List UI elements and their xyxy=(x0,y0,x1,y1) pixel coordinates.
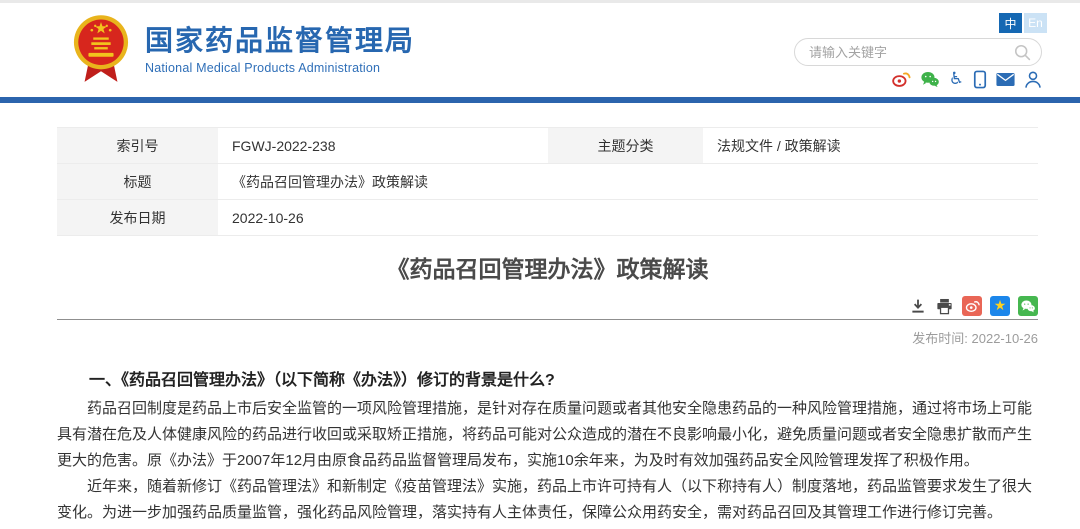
lang-en-button[interactable]: En xyxy=(1024,13,1047,33)
mail-icon[interactable] xyxy=(996,72,1015,87)
national-emblem-logo xyxy=(72,14,130,86)
header-quick-links: ♿ xyxy=(891,69,1042,89)
search-icon[interactable] xyxy=(1013,43,1032,62)
article-title: 《药品召回管理办法》政策解读 xyxy=(57,254,1038,284)
meta-value-index-number: FGWJ-2022-238 xyxy=(218,128,548,163)
share-wechat-icon[interactable] xyxy=(1018,296,1038,316)
title-divider xyxy=(57,319,1038,320)
site-name: 国家药品监督管理局 xyxy=(145,25,415,57)
meta-value-topic-category: 法规文件 / 政策解读 xyxy=(703,128,1038,163)
publish-time-label: 发布时间: xyxy=(912,331,968,346)
share-qzone-icon[interactable]: ★ xyxy=(990,296,1010,316)
language-switch: 中 En xyxy=(999,13,1047,33)
publish-time-value: 2022-10-26 xyxy=(972,331,1039,346)
site-brand[interactable]: 国家药品监督管理局 National Medical Products Admi… xyxy=(72,14,415,86)
site-title-block: 国家药品监督管理局 National Medical Products Admi… xyxy=(145,25,415,75)
meta-label-topic-category: 主题分类 xyxy=(548,128,703,163)
qzone-star-glyph: ★ xyxy=(994,299,1007,313)
document-meta-table: 索引号 FGWJ-2022-238 主题分类 法规文件 / 政策解读 标题 《药… xyxy=(57,127,1038,236)
accessibility-icon[interactable]: ♿ xyxy=(949,71,964,88)
article-paragraph: 近年来，随着新修订《药品管理法》和新制定《疫苗管理法》实施，药品上市许可持有人（… xyxy=(57,474,1038,526)
meta-row-publish-date: 发布日期 2022-10-26 xyxy=(57,200,1038,236)
mobile-icon[interactable] xyxy=(973,70,987,89)
meta-label-title: 标题 xyxy=(57,164,218,199)
publish-time: 发布时间: 2022-10-26 xyxy=(57,328,1038,347)
site-header: 国家药品监督管理局 National Medical Products Admi… xyxy=(0,3,1080,97)
search-box xyxy=(794,38,1042,66)
meta-value-publish-date: 2022-10-26 xyxy=(218,200,1038,235)
header-divider-bar xyxy=(0,97,1080,103)
weibo-icon[interactable] xyxy=(891,70,911,88)
section-heading: 一、《药品召回管理办法》（以下简称《办法》）修订的背景是什么? xyxy=(57,368,1038,394)
meta-row-title: 标题 《药品召回管理办法》政策解读 xyxy=(57,164,1038,200)
user-icon[interactable] xyxy=(1024,70,1042,89)
article-paragraph: 药品召回制度是药品上市后安全监管的一项风险管理措施，是针对存在质量问题或者其他安… xyxy=(57,396,1038,474)
lang-zh-button[interactable]: 中 xyxy=(999,13,1022,33)
article-body: 一、《药品召回管理办法》（以下简称《办法》）修订的背景是什么? 药品召回制度是药… xyxy=(57,368,1038,526)
meta-label-publish-date: 发布日期 xyxy=(57,200,218,235)
site-name-english: National Medical Products Administration xyxy=(145,61,415,75)
document-page: 索引号 FGWJ-2022-238 主题分类 法规文件 / 政策解读 标题 《药… xyxy=(57,127,1038,526)
share-weibo-icon[interactable] xyxy=(962,296,982,316)
meta-row-index: 索引号 FGWJ-2022-238 主题分类 法规文件 / 政策解读 xyxy=(57,128,1038,164)
wechat-icon[interactable] xyxy=(920,70,940,88)
meta-label-index-number: 索引号 xyxy=(57,128,218,163)
meta-value-title: 《药品召回管理办法》政策解读 xyxy=(218,164,1038,199)
article-toolbar: ★ xyxy=(57,296,1038,316)
print-icon[interactable] xyxy=(935,297,954,316)
search-input[interactable] xyxy=(795,45,1013,60)
download-icon[interactable] xyxy=(909,297,927,315)
